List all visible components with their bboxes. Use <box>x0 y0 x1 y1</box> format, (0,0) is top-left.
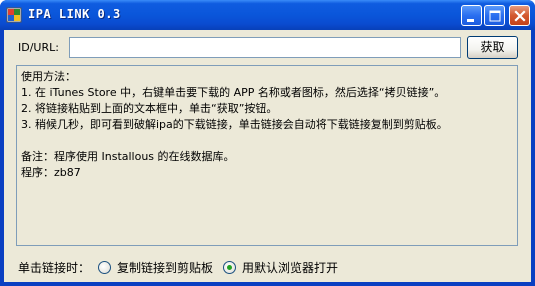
id-url-label: ID/URL: <box>18 41 59 54</box>
maximize-button[interactable] <box>484 5 505 26</box>
instructions-step-1: 1. 在 iTunes Store 中，右键单击要下载的 APP 名称或者图标，… <box>21 86 446 99</box>
click-link-label: 单击链接时： <box>18 261 91 275</box>
close-button[interactable] <box>509 5 530 26</box>
title-bar[interactable]: IPA LINK 0.3 <box>0 0 535 30</box>
minimize-icon <box>467 19 474 22</box>
instructions-textbox[interactable]: 使用方法： 1. 在 iTunes Store 中，右键单击要下载的 APP 名… <box>16 65 518 246</box>
instructions-step-2: 2. 将链接粘贴到上面的文本框中，单击“获取”按钮。 <box>21 102 278 115</box>
radio-copy-to-clipboard[interactable]: 复制链接到剪贴板 <box>98 259 213 276</box>
radio-open-in-browser[interactable]: 用默认浏览器打开 <box>223 259 338 276</box>
radio-open-label: 用默认浏览器打开 <box>242 261 339 275</box>
minimize-button[interactable] <box>461 5 482 26</box>
maximize-icon <box>489 10 501 22</box>
fetch-button[interactable]: 获取 <box>467 36 518 59</box>
radio-circle[interactable] <box>98 261 111 274</box>
app-icon <box>6 7 22 23</box>
instructions-note: 备注：程序使用 Installous 的在线数据库。 <box>21 150 235 163</box>
radio-circle-checked[interactable] <box>223 261 236 274</box>
id-url-input[interactable] <box>69 37 461 58</box>
radio-copy-label: 复制链接到剪贴板 <box>117 261 214 275</box>
instructions-heading: 使用方法： <box>21 70 76 83</box>
app-window: IPA LINK 0.3 ID/URL: 获取 使用方法： 1. 在 iTune… <box>0 0 535 286</box>
instructions-step-3: 3. 稍候几秒，即可看到破解ipa的下载链接，单击链接会自动将下载链接复制到剪贴… <box>21 118 448 131</box>
client-area: ID/URL: 获取 使用方法： 1. 在 iTunes Store 中，右键单… <box>4 30 531 282</box>
instructions-author: 程序：zb87 <box>21 166 81 179</box>
window-title: IPA LINK 0.3 <box>28 7 121 21</box>
close-icon <box>514 10 526 22</box>
